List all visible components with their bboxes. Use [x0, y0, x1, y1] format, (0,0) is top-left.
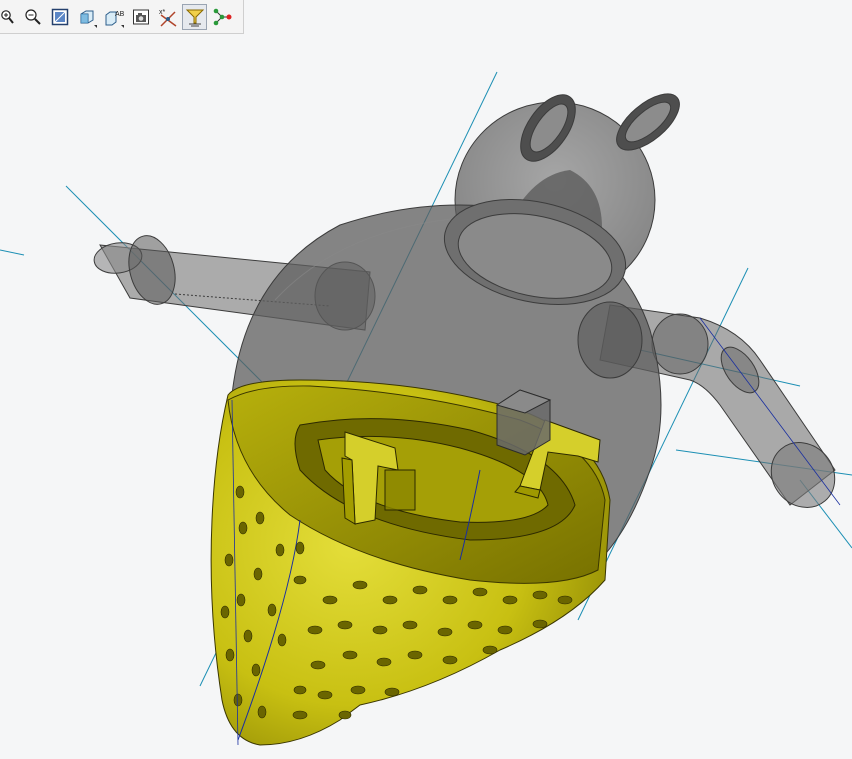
snapshot-button[interactable] [128, 4, 153, 30]
zoom-in-icon [1, 9, 14, 24]
named-views-button[interactable]: AB [101, 4, 126, 30]
camera-snapshot-icon [132, 9, 149, 24]
zoom-in-button[interactable] [0, 4, 18, 30]
plane-filter-button[interactable] [182, 3, 207, 30]
view-toolbar: AB x* [0, 0, 244, 34]
datum-display-button[interactable]: x* [155, 4, 180, 30]
datum-axis-left-stub [0, 249, 25, 256]
view-orientation-icon [80, 10, 93, 23]
zoom-window-button[interactable] [47, 4, 72, 30]
named-views-icon: AB [105, 11, 124, 25]
network-graph-button[interactable] [209, 4, 234, 30]
zoom-out-button[interactable] [20, 4, 45, 30]
svg-text:AB: AB [115, 11, 124, 18]
post-box [495, 389, 552, 456]
zoom-out-icon [24, 8, 41, 25]
3d-model-viewport[interactable] [0, 0, 852, 759]
datum-display-icon: x* [159, 9, 176, 27]
view-orientation-button[interactable] [74, 4, 99, 30]
zoom-window-icon [51, 8, 68, 25]
plane-filter-icon [185, 9, 204, 26]
network-graph-icon [213, 8, 231, 25]
svg-text:x*: x* [159, 9, 166, 16]
